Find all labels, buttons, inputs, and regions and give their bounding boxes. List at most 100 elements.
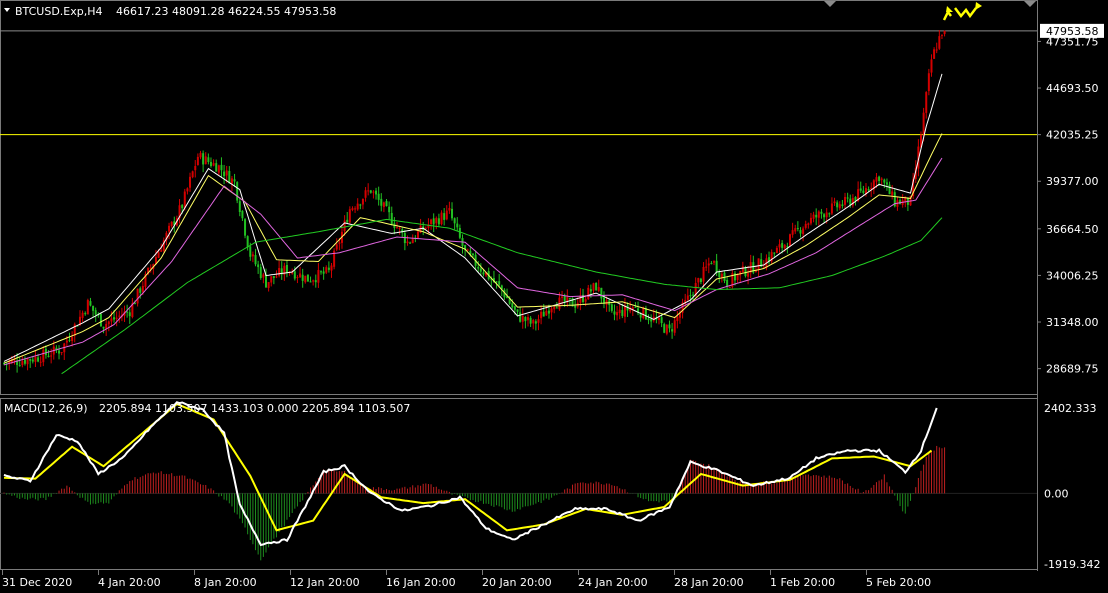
candle-body <box>141 285 144 292</box>
candle-body <box>246 236 249 248</box>
candle-body <box>411 239 414 244</box>
candle-body <box>157 252 160 258</box>
candle-body <box>338 242 341 244</box>
candle-body <box>673 320 676 333</box>
macd-values: 2205.894 1103.507 1433.103 0.000 2205.89… <box>99 402 410 415</box>
candle-body <box>139 288 142 293</box>
candle-body <box>534 321 537 324</box>
candle-body <box>325 267 328 273</box>
symbol-label[interactable]: BTCUSD.Exp,H4 <box>15 5 103 18</box>
candle-body <box>828 213 831 215</box>
candle-body <box>71 336 74 341</box>
candle-body <box>435 217 438 224</box>
candle-body <box>668 324 671 329</box>
chart-background <box>0 0 1108 593</box>
candle-body <box>943 30 946 35</box>
candle-body <box>29 359 32 361</box>
candle-body <box>160 250 163 252</box>
candle-body <box>396 227 398 229</box>
candle-body <box>495 281 498 283</box>
candle-body <box>406 241 409 244</box>
price-tick-label: 34006.25 <box>1046 269 1099 282</box>
candle-body <box>927 73 930 92</box>
candle-body <box>89 301 92 306</box>
price-tick-label: 39377.00 <box>1046 175 1099 188</box>
candle-body <box>747 273 750 277</box>
candle-body <box>398 227 401 229</box>
candle-body <box>833 201 836 204</box>
candle-body <box>885 182 888 185</box>
candle-body <box>110 318 113 322</box>
candle-body <box>249 246 252 257</box>
macd-tick-label: 2402.333 <box>1044 402 1097 415</box>
candle-body <box>532 319 535 324</box>
candle-body <box>68 339 71 341</box>
candle-body <box>244 219 247 236</box>
candle-body <box>815 214 818 218</box>
candle-body <box>23 359 26 364</box>
candle-body <box>775 247 778 254</box>
candle-body <box>466 249 469 251</box>
candle-body <box>306 274 309 282</box>
candle-body <box>859 188 862 191</box>
candle-body <box>385 201 388 207</box>
candle-body <box>134 303 136 305</box>
candle-body <box>940 34 943 36</box>
candle-body <box>170 221 173 227</box>
candle-body <box>561 296 564 298</box>
candle-body <box>456 223 459 228</box>
candle-body <box>592 283 595 291</box>
candle-body <box>671 329 674 332</box>
candle-body <box>39 361 42 363</box>
candle-body <box>424 227 427 229</box>
candle-body <box>322 271 325 274</box>
candle-body <box>849 198 852 205</box>
candle-body <box>367 190 370 192</box>
candle-body <box>84 313 87 315</box>
candle-body <box>47 355 50 357</box>
candle-body <box>217 165 220 173</box>
candle-body <box>390 212 393 225</box>
candle-body <box>215 163 218 172</box>
current-price-text: 47953.58 <box>1046 25 1099 38</box>
time-tick-label: 1 Feb 20:00 <box>770 576 835 589</box>
price-tick-label: 36664.50 <box>1046 223 1099 236</box>
candle-body <box>259 267 262 279</box>
candle-body <box>312 280 315 282</box>
candle-body <box>642 307 645 319</box>
candle-body <box>81 312 84 318</box>
candle-body <box>616 312 619 316</box>
candle-body <box>348 209 351 223</box>
candle-body <box>359 204 362 206</box>
candle-body <box>34 356 37 362</box>
candle-body <box>589 289 592 292</box>
candle-body <box>713 261 716 263</box>
candle-body <box>225 170 228 176</box>
candle-body <box>60 352 63 354</box>
candle-body <box>545 310 548 316</box>
candle-body <box>293 271 296 279</box>
candle-body <box>330 265 333 271</box>
candle-body <box>335 244 338 250</box>
candle-body <box>807 223 810 225</box>
candle-body <box>689 295 692 297</box>
candle-body <box>809 217 812 224</box>
candle-body <box>309 281 312 283</box>
candle-body <box>883 179 886 183</box>
candle-body <box>838 204 841 209</box>
candle-body <box>715 260 718 273</box>
candle-body <box>922 112 925 135</box>
candle-body <box>272 276 275 278</box>
candle-body <box>511 303 514 308</box>
candle-body <box>574 305 577 308</box>
candle-body <box>186 188 189 192</box>
candle-body <box>804 223 807 228</box>
candle-body <box>437 218 440 225</box>
candle-body <box>382 202 385 208</box>
candle-body <box>647 318 650 321</box>
time-tick-label: 31 Dec 2020 <box>2 576 72 589</box>
candle-body <box>702 266 705 282</box>
price-tick-label: 31348.00 <box>1046 316 1099 329</box>
candle-body <box>794 228 797 232</box>
candle-body <box>291 272 294 274</box>
